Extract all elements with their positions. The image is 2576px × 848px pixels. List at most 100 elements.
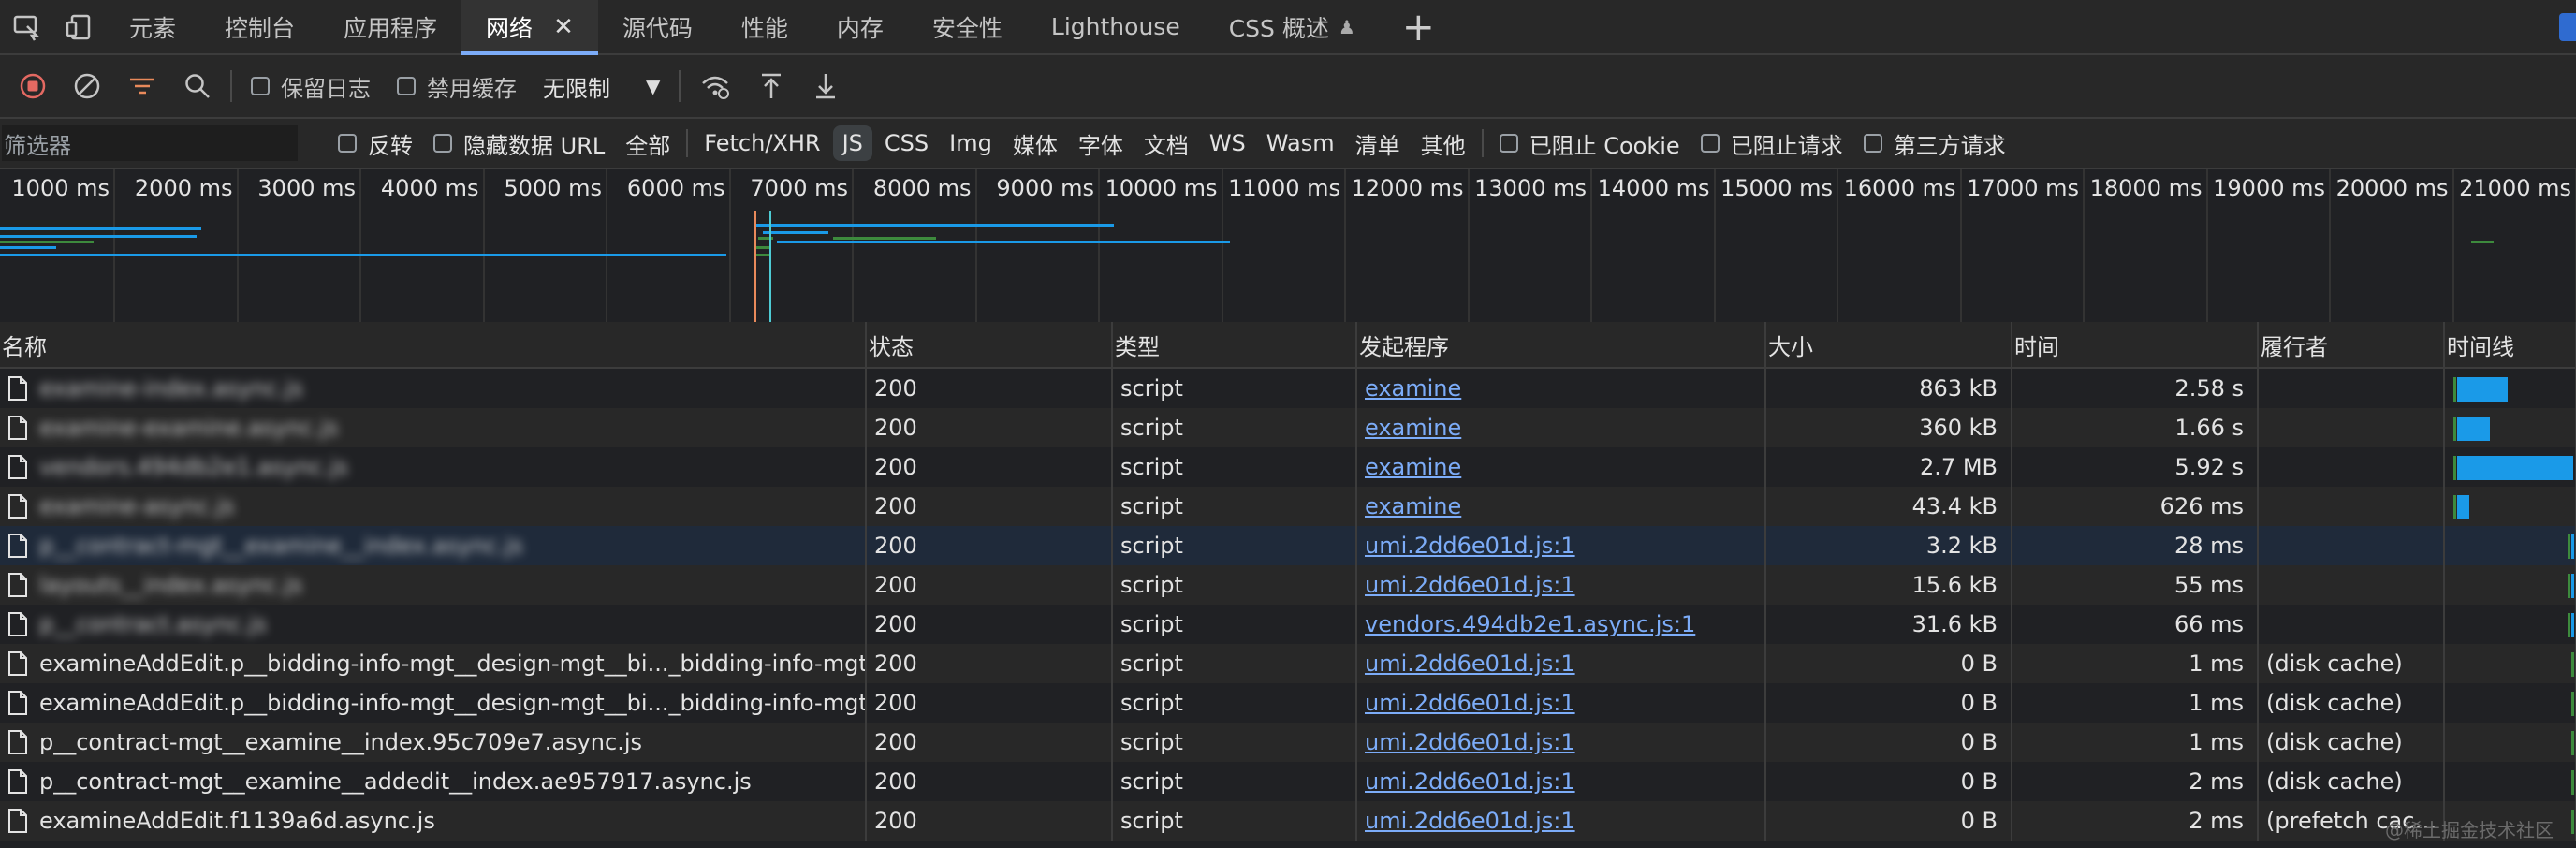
column-header-status[interactable]: 状态 xyxy=(866,322,1113,369)
tab-3[interactable]: 网络 ✕ xyxy=(461,0,598,55)
device-toolbar-icon[interactable] xyxy=(52,0,105,53)
network-conditions-icon[interactable] xyxy=(686,55,744,117)
tab-9[interactable]: CSS 概述 ♟ xyxy=(1205,0,1380,53)
hide-data-urls-checkbox[interactable]: 隐藏数据 URL xyxy=(423,119,615,168)
inspect-element-icon[interactable] xyxy=(0,0,52,53)
checkbox-box[interactable] xyxy=(1700,134,1720,153)
column-header-fulfiller[interactable]: 履行者 xyxy=(2258,322,2445,369)
initiator-link[interactable]: umi.2dd6e01d.js:1 xyxy=(1365,651,1575,677)
request-name-cell[interactable]: p__contract-mgt__examine__index.95c709e7… xyxy=(0,723,867,762)
table-row[interactable]: p__contract-mgt__examine__index.95c709e7… xyxy=(0,723,2576,762)
throttling-select[interactable]: 无限制 ▼ xyxy=(530,70,673,103)
initiator-link[interactable]: umi.2dd6e01d.js:1 xyxy=(1365,533,1575,559)
type-filter-6[interactable]: 字体 xyxy=(1068,119,1134,168)
type-filter-0[interactable]: 全部 xyxy=(615,119,681,168)
request-name-cell[interactable]: layouts__index.async.js xyxy=(0,565,867,605)
column-header-time[interactable]: 时间 xyxy=(2012,322,2259,369)
record-button[interactable] xyxy=(6,55,60,117)
type-filter-2[interactable]: JS xyxy=(832,125,872,161)
blocked-requests-checkbox[interactable]: 已阻止请求 xyxy=(1690,119,1853,168)
table-row[interactable]: vendors.494db2e1.async.js 200 script examin… xyxy=(0,447,2576,487)
checkbox-box[interactable] xyxy=(1499,134,1518,153)
column-header-type[interactable]: 类型 xyxy=(1112,322,1357,369)
table-row[interactable]: examine-async.js 200 script examine 43.4 kB 6… xyxy=(0,487,2576,526)
filter-input[interactable]: 筛选器 xyxy=(2,125,298,161)
column-header-size[interactable]: 大小 xyxy=(1765,322,2012,369)
initiator-link[interactable]: umi.2dd6e01d.js:1 xyxy=(1365,808,1575,834)
table-row[interactable]: examineAddEdit.p__bidding-info-mgt__desi… xyxy=(0,644,2576,683)
type-cell: script xyxy=(1112,644,1357,683)
request-name-cell[interactable]: examineAddEdit.p__bidding-info-mgt__desi… xyxy=(0,683,867,723)
table-row[interactable]: examineAddEdit.p__bidding-info-mgt__desi… xyxy=(0,683,2576,723)
initiator-link[interactable]: umi.2dd6e01d.js:1 xyxy=(1365,729,1575,755)
table-row[interactable]: examine-index.async.js 200 script examine 86… xyxy=(0,368,2576,408)
tab-6[interactable]: 内存 xyxy=(812,0,908,53)
checkbox-box[interactable] xyxy=(251,77,270,95)
type-filter-8[interactable]: WS xyxy=(1199,119,1256,168)
close-tab-icon[interactable]: ✕ xyxy=(553,13,574,41)
invert-checkbox[interactable]: 反转 xyxy=(328,119,423,168)
column-header-waterfall[interactable]: 时间线 xyxy=(2444,322,2576,369)
tab-2[interactable]: 应用程序 xyxy=(319,0,461,53)
tab-1[interactable]: 控制台 xyxy=(200,0,319,53)
type-filter-7[interactable]: 文档 xyxy=(1134,119,1199,168)
initiator-link[interactable]: umi.2dd6e01d.js:1 xyxy=(1365,768,1575,795)
request-name-cell[interactable]: vendors.494db2e1.async.js xyxy=(0,447,867,487)
network-overview-timeline[interactable]: 1000 ms 2000 ms 3000 ms 4000 ms 5000 ms 6000 … xyxy=(0,169,2576,328)
request-name-cell[interactable]: p__contract-mgt__examine__index.async.js xyxy=(0,526,867,565)
tab-8[interactable]: Lighthouse xyxy=(1027,0,1205,53)
type-filter-4[interactable]: Img xyxy=(939,119,1003,168)
initiator-link[interactable]: examine xyxy=(1365,375,1461,402)
tab-7[interactable]: 安全性 xyxy=(908,0,1027,53)
table-row[interactable]: p__contract-mgt__examine__index.async.js… xyxy=(0,526,2576,565)
third-party-checkbox[interactable]: 第三方请求 xyxy=(1853,119,2016,168)
request-name-cell[interactable]: examineAddEdit.f1139a6d.async.js xyxy=(0,801,867,841)
settings-badge[interactable] xyxy=(2559,13,2576,41)
checkbox-box[interactable] xyxy=(397,77,416,95)
hide-data-urls-label: 隐藏数据 URL xyxy=(463,132,606,159)
type-filter-11[interactable]: 其他 xyxy=(1411,119,1476,168)
request-name-cell[interactable]: p__contract.async.js xyxy=(0,605,867,644)
type-filter-5[interactable]: 媒体 xyxy=(1003,119,1068,168)
overview-tick-label: 11000 ms xyxy=(1228,175,1340,201)
initiator-link[interactable]: examine xyxy=(1365,454,1461,480)
checkbox-box[interactable] xyxy=(338,134,357,153)
initiator-link[interactable]: umi.2dd6e01d.js:1 xyxy=(1365,572,1575,598)
export-har-icon[interactable] xyxy=(798,55,853,117)
type-filter-9[interactable]: Wasm xyxy=(1256,119,1345,168)
column-header-initiator[interactable]: 发起程序 xyxy=(1356,322,1766,369)
initiator-link[interactable]: vendors.494db2e1.async.js:1 xyxy=(1365,611,1695,637)
type-filter-1[interactable]: Fetch/XHR xyxy=(694,119,830,168)
table-row[interactable]: p__contract-mgt__examine__addedit__index… xyxy=(0,762,2576,801)
request-name-cell[interactable]: examine-index.async.js xyxy=(0,368,867,408)
table-row[interactable]: examineAddEdit.f1139a6d.async.js 200 scrip… xyxy=(0,801,2576,841)
tab-0[interactable]: 元素 xyxy=(105,0,200,53)
request-name-cell[interactable]: examine-examine.async.js xyxy=(0,408,867,447)
more-tabs-plus-icon[interactable]: + xyxy=(1380,0,1457,53)
type-filter-3[interactable]: CSS xyxy=(874,119,939,168)
initiator-link[interactable]: examine xyxy=(1365,493,1461,519)
tab-5[interactable]: 性能 xyxy=(717,0,812,53)
import-har-icon[interactable] xyxy=(744,55,798,117)
search-icon[interactable] xyxy=(170,55,225,117)
overview-request-bar xyxy=(777,241,1230,243)
blocked-cookies-checkbox[interactable]: 已阻止 Cookie xyxy=(1489,119,1690,168)
table-row[interactable]: layouts__index.async.js 200 script umi.2dd6… xyxy=(0,565,2576,605)
table-row[interactable]: p__contract.async.js 200 script vendors.494… xyxy=(0,605,2576,644)
preserve-log-checkbox[interactable]: 保留日志 xyxy=(238,55,384,117)
tab-4[interactable]: 源代码 xyxy=(598,0,717,53)
column-header-name[interactable]: 名称 xyxy=(0,322,867,369)
initiator-link[interactable]: examine xyxy=(1365,415,1461,441)
request-name-cell[interactable]: p__contract-mgt__examine__addedit__index… xyxy=(0,762,867,801)
checkbox-box[interactable] xyxy=(1863,134,1882,153)
table-row[interactable]: examine-examine.async.js 200 script examine… xyxy=(0,408,2576,447)
disable-cache-checkbox[interactable]: 禁用缓存 xyxy=(384,55,530,117)
overview-tick-label: 3000 ms xyxy=(257,175,356,201)
checkbox-box[interactable] xyxy=(433,134,452,153)
filter-icon[interactable] xyxy=(114,55,170,117)
request-name-cell[interactable]: examineAddEdit.p__bidding-info-mgt__desi… xyxy=(0,644,867,683)
clear-icon[interactable] xyxy=(60,55,114,117)
type-filter-10[interactable]: 清单 xyxy=(1345,119,1411,168)
initiator-link[interactable]: umi.2dd6e01d.js:1 xyxy=(1365,690,1575,716)
request-name-cell[interactable]: examine-async.js xyxy=(0,487,867,526)
